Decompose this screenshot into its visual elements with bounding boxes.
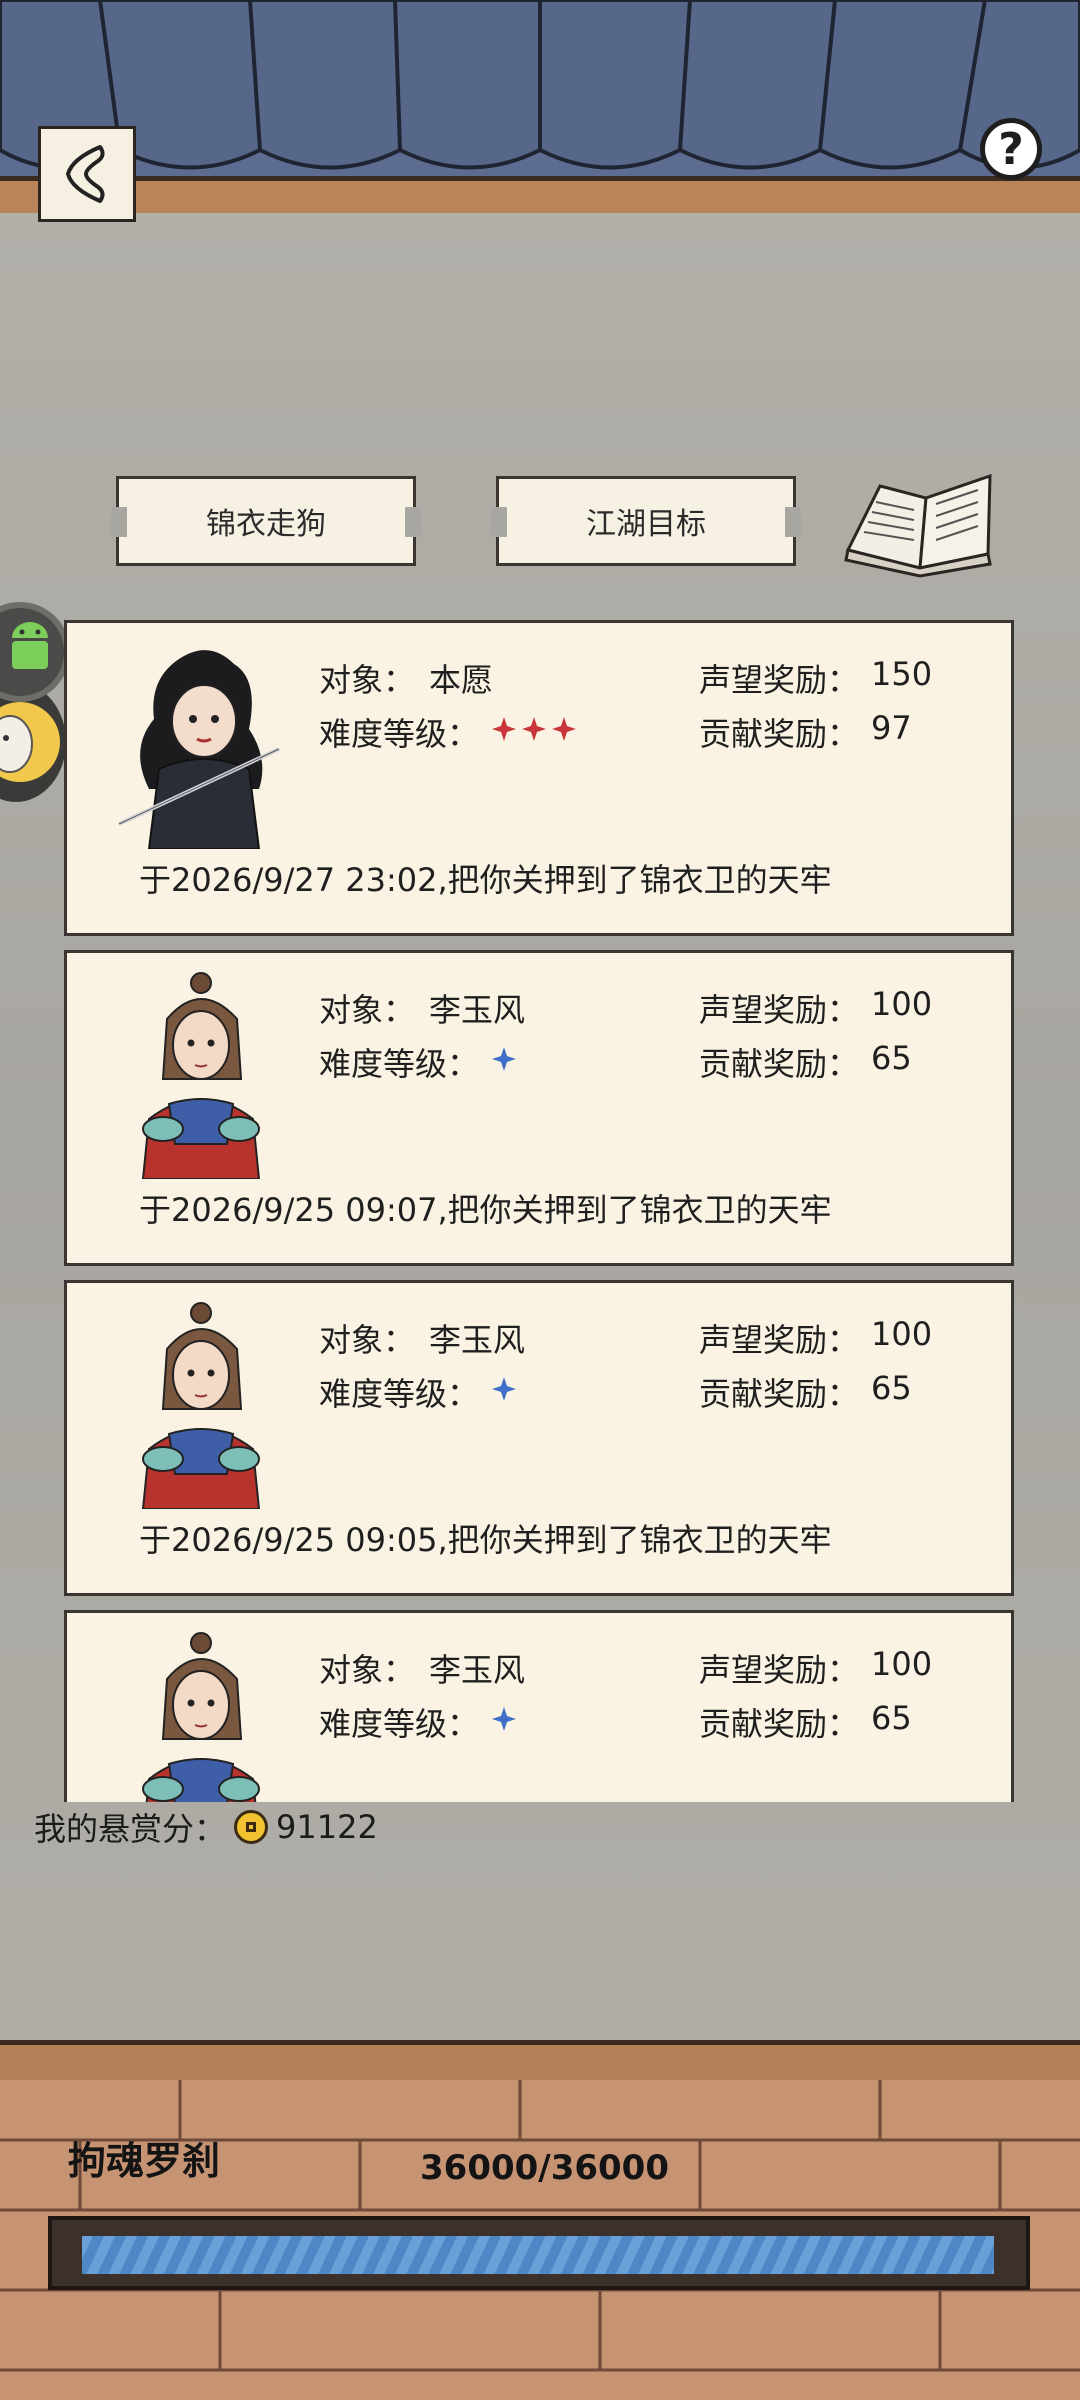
book-icon[interactable] bbox=[840, 468, 998, 578]
bounty-label: 我的悬赏分： bbox=[34, 1810, 227, 1848]
bounty-list[interactable]: 对象： 本愿 难度等级： 声望奖励： 150 贡献奖励： 97 于2026/9/… bbox=[62, 620, 1018, 1802]
difficulty-label: 难度等级： bbox=[319, 715, 480, 753]
target-name: 李玉风 bbox=[429, 1651, 526, 1689]
help-button[interactable]: ? bbox=[980, 118, 1042, 180]
floating-android-bubble[interactable] bbox=[0, 602, 70, 702]
difficulty-stars bbox=[491, 1369, 517, 1409]
capture-log: 于2026/9/25 09:07,把你关押到了锦衣卫的天牢 bbox=[139, 1191, 832, 1229]
contribution-reward-value: 65 bbox=[871, 1369, 912, 1407]
target-label: 对象： bbox=[319, 661, 416, 699]
star-icon bbox=[522, 717, 546, 741]
android-icon bbox=[12, 622, 48, 669]
bounty-card[interactable]: 对象： 李玉风 难度等级： 声望奖励： 100 贡献奖励： 65 于2026/9… bbox=[64, 1280, 1014, 1596]
my-bounty-score: 我的悬赏分： 91122 bbox=[34, 1804, 378, 1850]
contribution-reward-value: 97 bbox=[871, 709, 912, 747]
difficulty-label: 难度等级： bbox=[319, 1705, 480, 1743]
fame-reward-value: 100 bbox=[871, 985, 933, 1023]
avatar-swordsman bbox=[118, 650, 280, 849]
capture-log: 于2026/9/27 23:02,把你关押到了锦衣卫的天牢 bbox=[139, 861, 832, 899]
difficulty-stars bbox=[491, 1699, 517, 1739]
target-label: 对象： bbox=[319, 1651, 416, 1689]
fame-reward-label: 声望奖励： bbox=[699, 1651, 860, 1689]
star-icon bbox=[492, 1377, 516, 1401]
difficulty-label: 难度等级： bbox=[319, 1045, 480, 1083]
coin-icon bbox=[234, 1810, 269, 1844]
back-arrow-icon bbox=[66, 145, 105, 203]
boss-hp-bar bbox=[82, 2236, 994, 2274]
contribution-reward-label: 贡献奖励： bbox=[699, 1375, 860, 1413]
difficulty-stars bbox=[491, 1039, 517, 1079]
fame-reward-value: 100 bbox=[871, 1315, 933, 1353]
contribution-reward-value: 65 bbox=[871, 1699, 912, 1737]
target-label: 对象： bbox=[319, 991, 416, 1029]
boss-hp-text: 36000/36000 bbox=[420, 2148, 669, 2188]
star-icon bbox=[492, 1047, 516, 1071]
boss-name: 拘魂罗刹 bbox=[68, 2139, 221, 2183]
capture-log: 于2026/9/25 09:05,把你关押到了锦衣卫的天牢 bbox=[139, 1521, 832, 1559]
bounty-card[interactable]: 对象： 李玉风 难度等级： 声望奖励： 100 贡献奖励： 65 bbox=[64, 1610, 1014, 1802]
target-label: 对象： bbox=[319, 1321, 416, 1359]
contribution-reward-label: 贡献奖励： bbox=[699, 1705, 860, 1743]
star-icon bbox=[492, 717, 516, 741]
target-name: 本愿 bbox=[429, 661, 494, 699]
difficulty-stars bbox=[491, 709, 577, 749]
boss-hp-fill bbox=[82, 2236, 994, 2274]
bounty-value: 91122 bbox=[276, 1808, 378, 1846]
target-name: 李玉风 bbox=[429, 991, 526, 1029]
avatar-fighter bbox=[141, 1302, 261, 1509]
tab-jinyi-zougou[interactable]: 锦衣走狗 bbox=[111, 476, 421, 566]
fame-reward-label: 声望奖励： bbox=[699, 661, 860, 699]
fame-reward-value: 100 bbox=[871, 1645, 933, 1683]
contribution-reward-label: 贡献奖励： bbox=[699, 1045, 860, 1083]
difficulty-label: 难度等级： bbox=[319, 1375, 480, 1413]
fame-reward-label: 声望奖励： bbox=[699, 1321, 860, 1359]
bounty-card[interactable]: 对象： 本愿 难度等级： 声望奖励： 150 贡献奖励： 97 于2026/9/… bbox=[64, 620, 1014, 936]
avatar-fighter bbox=[141, 972, 261, 1179]
contribution-reward-label: 贡献奖励： bbox=[699, 715, 860, 753]
contribution-reward-value: 65 bbox=[871, 1039, 912, 1077]
target-name: 李玉风 bbox=[429, 1321, 526, 1359]
roof-beam bbox=[0, 176, 1080, 218]
fame-reward-label: 声望奖励： bbox=[699, 991, 860, 1029]
fame-reward-value: 150 bbox=[871, 655, 933, 693]
tab-jianghu-target[interactable]: 江湖目标 bbox=[491, 476, 801, 566]
avatar-fighter bbox=[142, 1632, 260, 1802]
star-icon bbox=[552, 717, 576, 741]
star-icon bbox=[492, 1707, 516, 1731]
back-button[interactable] bbox=[38, 126, 136, 222]
bounty-card[interactable]: 对象： 李玉风 难度等级： 声望奖励： 100 贡献奖励： 65 于2026/9… bbox=[64, 950, 1014, 1266]
